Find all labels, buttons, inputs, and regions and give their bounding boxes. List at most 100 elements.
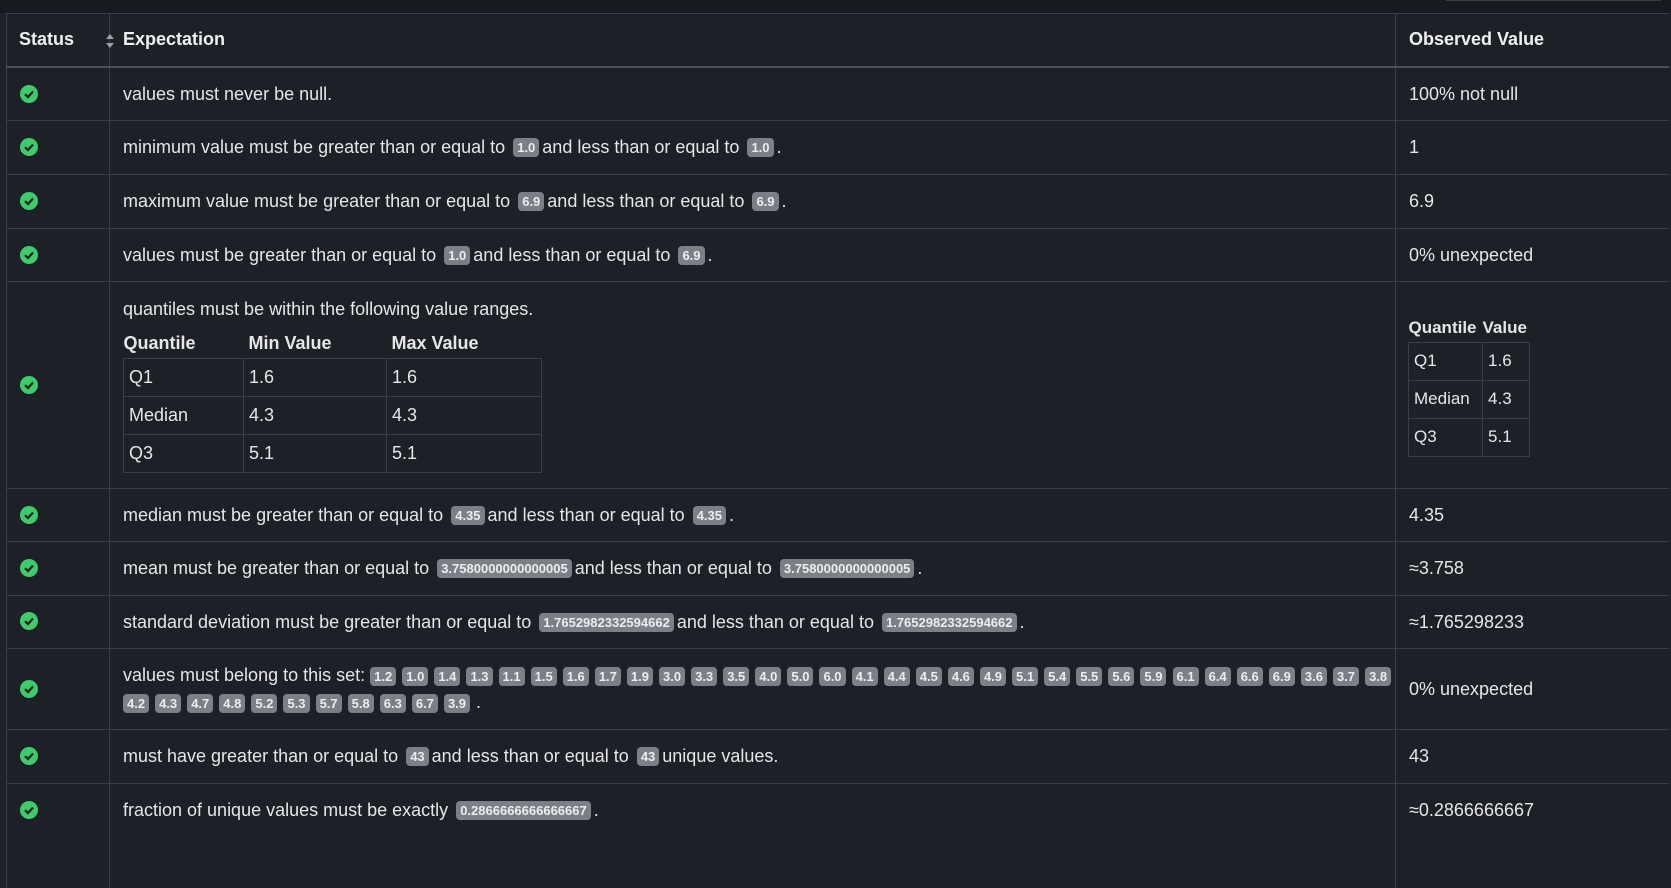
table-row: Median 4.3 xyxy=(1407,379,1530,419)
set-value-chip: 6.1 xyxy=(1172,666,1199,686)
table-row: Q3 5.1 5.1 xyxy=(123,433,542,473)
header-status[interactable]: Status xyxy=(19,13,74,66)
set-value-chip: 4.6 xyxy=(947,666,974,686)
value-chip: 4.35 xyxy=(451,505,485,525)
set-value-chip: 1.0 xyxy=(402,666,429,686)
header-expectation: Expectation xyxy=(123,29,226,49)
value-chip: 0.2866666666666667 xyxy=(456,801,591,820)
set-value-chip: 1.7 xyxy=(594,666,621,686)
observed-value: ≈0.2866666667 xyxy=(1409,800,1534,820)
value-chip: 1.0 xyxy=(747,138,774,157)
set-value-chip: 1.1 xyxy=(498,666,525,686)
header-observed-value: Observed Value xyxy=(1409,29,1545,49)
value-chip: 4.35 xyxy=(692,505,726,525)
observed-value: 6.9 xyxy=(1409,191,1435,211)
top-strip xyxy=(0,0,1671,13)
value-chip: 3.7580000000000005 xyxy=(779,559,915,578)
check-circle-icon xyxy=(20,138,38,156)
observed-value: 4.35 xyxy=(1409,504,1445,525)
check-circle-icon xyxy=(20,680,38,698)
value-chip: 3.7580000000000005 xyxy=(437,559,572,578)
value-chip: 1.7652982332594662 xyxy=(881,612,1017,632)
value-chip: 6.9 xyxy=(752,192,779,211)
check-circle-icon xyxy=(20,506,38,524)
check-circle-icon xyxy=(20,376,38,394)
check-circle-icon xyxy=(20,246,38,264)
set-value-chip: 6.9 xyxy=(1268,666,1295,686)
set-value-chip: 4.0 xyxy=(755,666,782,686)
table-header: Max Value xyxy=(386,330,542,359)
expectation-quantiles: quantiles must be within the following v… xyxy=(123,298,534,319)
check-circle-icon xyxy=(20,747,38,765)
set-value-chip: 4.4 xyxy=(883,666,910,686)
table-row: Q3 5.1 xyxy=(1407,417,1530,457)
set-value-chip: 6.6 xyxy=(1236,666,1263,686)
check-circle-icon xyxy=(20,192,38,210)
set-value-chip: 1.6 xyxy=(562,666,589,686)
expectation-median: median must be greater than or equal to … xyxy=(123,504,735,525)
expectation-max-value: maximum value must be greater than or eq… xyxy=(123,191,787,211)
set-value-chip: 5.1 xyxy=(1012,666,1039,686)
set-value-chip: 3.9 xyxy=(443,693,471,713)
expectation-value-set: values must belong to this set: 1.2 1.0 … xyxy=(123,662,1393,716)
value-chip: 6.9 xyxy=(518,192,545,211)
observed-value: 0% unexpected xyxy=(1409,678,1534,699)
expectation-not-null: values must never be null. xyxy=(123,83,333,104)
set-value-chip: 5.0 xyxy=(787,666,814,686)
set-value-chip: 3.0 xyxy=(659,666,686,686)
set-value-chip: 4.7 xyxy=(187,693,214,713)
observed-value: 43 xyxy=(1409,746,1430,766)
set-value-chip: 4.8 xyxy=(219,693,246,713)
set-value-chip: 5.6 xyxy=(1108,666,1135,686)
value-chip: 43 xyxy=(406,747,429,766)
observed-value: 0% unexpected xyxy=(1409,244,1534,265)
quantile-ranges-table: Quantile Min Value Max Value Q1 1.6 1.6 … xyxy=(123,330,542,473)
value-chip: 1.0 xyxy=(444,245,471,265)
set-value-chip: 4.9 xyxy=(979,666,1007,686)
observed-value: 100% not null xyxy=(1409,83,1519,104)
set-value-chip: 5.4 xyxy=(1044,666,1071,686)
set-value-chip: 1.4 xyxy=(434,666,461,686)
set-value-chip: 3.5 xyxy=(723,666,750,686)
table-row: Median 4.3 4.3 xyxy=(123,395,542,435)
set-value-chip: 6.3 xyxy=(379,693,406,713)
set-value-chip: 5.7 xyxy=(315,693,342,713)
set-value-chip: 5.8 xyxy=(347,693,374,713)
expectation-unique-fraction: fraction of unique values must be exactl… xyxy=(123,800,599,820)
observed-value: ≈1.765298233 xyxy=(1409,611,1524,632)
set-value-chip: 4.5 xyxy=(915,666,942,686)
validation-results-table: Status Expectation Observed Value values… xyxy=(6,13,1669,888)
check-circle-icon xyxy=(20,85,38,103)
value-chip: 6.9 xyxy=(678,245,705,265)
check-circle-icon xyxy=(20,559,38,577)
set-value-chip: 5.9 xyxy=(1140,666,1167,686)
observed-quantiles-table: Quantile Value Q1 1.6 Median 4.3 Q3 5.1 xyxy=(1407,314,1530,457)
set-value-chip: 3.6 xyxy=(1300,666,1327,686)
table-row: Q1 1.6 1.6 xyxy=(123,357,542,397)
expectation-values-between: values must be greater than or equal to … xyxy=(123,244,713,265)
set-value-chip: 5.5 xyxy=(1076,666,1103,686)
set-value-chip: 6.4 xyxy=(1204,666,1231,686)
sort-icon[interactable] xyxy=(105,31,115,51)
set-value-chip: 3.3 xyxy=(691,666,718,686)
set-value-chip: 1.3 xyxy=(466,666,493,686)
expectation-std-dev: standard deviation must be greater than … xyxy=(123,611,1025,632)
value-chip: 1.7652982332594662 xyxy=(539,612,674,632)
observed-value: 1 xyxy=(1409,137,1420,157)
table-row: Q1 1.6 xyxy=(1407,341,1530,381)
table-header: Value xyxy=(1482,314,1530,343)
set-value-chip: 6.7 xyxy=(411,693,438,713)
set-value-chip: 1.9 xyxy=(626,666,653,686)
set-value-chip: 4.3 xyxy=(155,693,182,713)
set-value-chip: 4.2 xyxy=(123,693,150,713)
table-header: Min Value xyxy=(243,330,387,359)
set-value-chip: 5.2 xyxy=(251,693,278,713)
set-value-chip: 3.7 xyxy=(1332,666,1360,686)
set-value-chip: 4.1 xyxy=(851,666,878,686)
table-header: Quantile xyxy=(123,330,244,359)
check-circle-icon xyxy=(20,801,38,819)
value-chip: 1.0 xyxy=(513,138,540,157)
expectation-unique-count: must have greater than or equal to 43 and… xyxy=(123,746,779,766)
set-value-chip: 1.5 xyxy=(530,666,557,686)
set-value-chip: 1.2 xyxy=(370,666,397,686)
